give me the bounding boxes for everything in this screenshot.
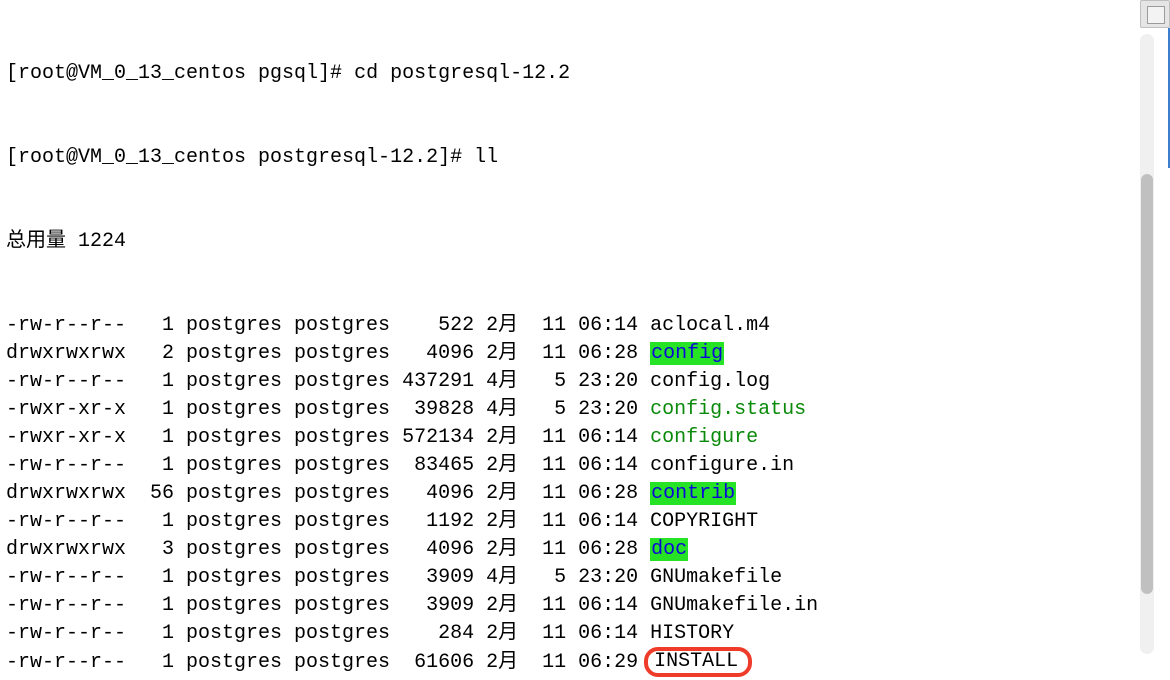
file-name: config.log bbox=[650, 370, 770, 393]
file-name-executable: configure bbox=[650, 426, 758, 449]
file-meta: -rw-r--r-- 1 postgres postgres 3909 2月 1… bbox=[6, 594, 650, 617]
file-name-executable: config.status bbox=[650, 398, 806, 421]
list-item: -rw-r--r-- 1 postgres postgres 83465 2月 … bbox=[6, 452, 1092, 480]
file-meta: drwxrwxrwx 56 postgres postgres 4096 2月 … bbox=[6, 482, 650, 505]
file-meta: -rw-r--r-- 1 postgres postgres 1192 2月 1… bbox=[6, 510, 650, 533]
file-name: COPYRIGHT bbox=[650, 510, 758, 533]
terminal-output[interactable]: [root@VM_0_13_centos pgsql]# cd postgres… bbox=[0, 0, 1098, 680]
prompt-prefix: [root@VM_0_13_centos pgsql]# bbox=[6, 62, 354, 85]
list-item: -rw-r--r-- 1 postgres postgres 284 2月 11… bbox=[6, 620, 1092, 648]
file-meta: -rw-r--r-- 1 postgres postgres 522 2月 11… bbox=[6, 314, 650, 337]
prompt-line-2: [root@VM_0_13_centos postgresql-12.2]# l… bbox=[6, 144, 1092, 172]
file-name: GNUmakefile bbox=[650, 566, 782, 589]
file-meta: -rw-r--r-- 1 postgres postgres 83465 2月 … bbox=[6, 454, 650, 477]
prompt-prefix: [root@VM_0_13_centos postgresql-12.2]# bbox=[6, 146, 474, 169]
file-meta: -rw-r--r-- 1 postgres postgres 284 2月 11… bbox=[6, 622, 650, 645]
list-item: drwxrwxrwx 56 postgres postgres 4096 2月 … bbox=[6, 480, 1092, 508]
list-item: -rwxr-xr-x 1 postgres postgres 572134 2月… bbox=[6, 424, 1092, 452]
highlight-annotation: INSTALL bbox=[644, 647, 752, 677]
list-item: -rw-r--r-- 1 postgres postgres 522 2月 11… bbox=[6, 312, 1092, 340]
list-item: -rw-r--r-- 1 postgres postgres 3909 4月 5… bbox=[6, 564, 1092, 592]
file-name: GNUmakefile.in bbox=[650, 594, 818, 617]
file-name-directory: config bbox=[650, 342, 724, 365]
file-meta: drwxrwxrwx 3 postgres postgres 4096 2月 1… bbox=[6, 538, 650, 561]
file-name: aclocal.m4 bbox=[650, 314, 770, 337]
file-meta: -rw-r--r-- 1 postgres postgres 61606 2月 … bbox=[6, 651, 650, 674]
file-listing: -rw-r--r-- 1 postgres postgres 522 2月 11… bbox=[6, 312, 1092, 680]
command-text: ll bbox=[474, 146, 498, 169]
screenshot-root: [root@VM_0_13_centos pgsql]# cd postgres… bbox=[0, 0, 1170, 680]
file-name: INSTALL bbox=[654, 650, 738, 673]
scrollbar-track[interactable] bbox=[1140, 34, 1154, 654]
file-meta: -rwxr-xr-x 1 postgres postgres 39828 4月 … bbox=[6, 398, 650, 421]
list-item: drwxrwxrwx 2 postgres postgres 4096 2月 1… bbox=[6, 340, 1092, 368]
panel-icon bbox=[1147, 6, 1165, 24]
list-item: -rw-r--r-- 1 postgres postgres 3909 2月 1… bbox=[6, 592, 1092, 620]
total-line: 总用量 1224 bbox=[6, 228, 1092, 256]
file-name: configure.in bbox=[650, 454, 794, 477]
file-meta: drwxrwxrwx 2 postgres postgres 4096 2月 1… bbox=[6, 342, 650, 365]
file-meta: -rw-r--r-- 1 postgres postgres 3909 4月 5… bbox=[6, 566, 650, 589]
list-item: -rw-r--r-- 1 postgres postgres 61606 2月 … bbox=[6, 648, 1092, 678]
list-item: -rw-r--r-- 1 postgres postgres 437291 4月… bbox=[6, 368, 1092, 396]
sidebar-toggle-button[interactable] bbox=[1140, 0, 1170, 28]
list-item: -rwxr-xr-x 1 postgres postgres 39828 4月 … bbox=[6, 396, 1092, 424]
file-meta: -rw-r--r-- 1 postgres postgres 437291 4月… bbox=[6, 370, 650, 393]
list-item: drwxrwxrwx 3 postgres postgres 4096 2月 1… bbox=[6, 536, 1092, 564]
file-name: HISTORY bbox=[650, 622, 734, 645]
list-item: -rw-r--r-- 1 postgres postgres 1192 2月 1… bbox=[6, 508, 1092, 536]
file-name-directory: doc bbox=[650, 538, 688, 561]
file-meta: -rwxr-xr-x 1 postgres postgres 572134 2月… bbox=[6, 426, 650, 449]
prompt-line-1: [root@VM_0_13_centos pgsql]# cd postgres… bbox=[6, 60, 1092, 88]
file-name-directory: contrib bbox=[650, 482, 736, 505]
scrollbar-thumb[interactable] bbox=[1141, 174, 1153, 594]
command-text: cd postgresql-12.2 bbox=[354, 62, 570, 85]
